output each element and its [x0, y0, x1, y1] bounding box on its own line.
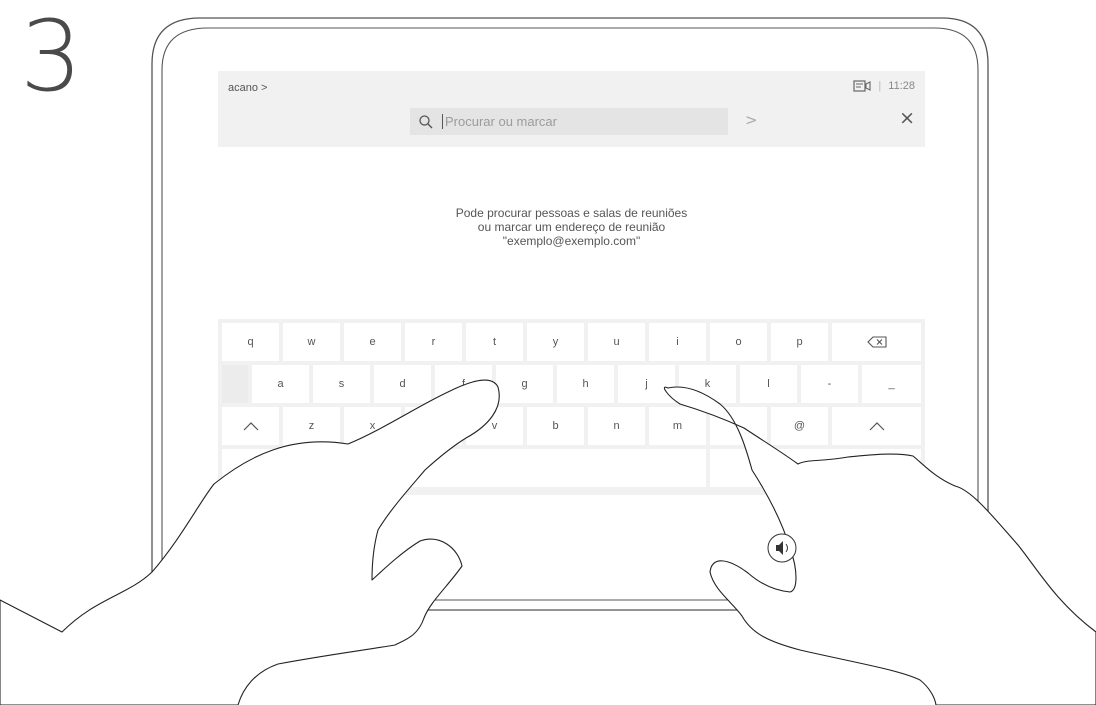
- key-s[interactable]: s: [313, 365, 370, 403]
- top-bar: acano > | 11:28 > ×: [218, 71, 925, 147]
- key-l[interactable]: l: [740, 365, 797, 403]
- shift-key-left[interactable]: [222, 407, 279, 445]
- key-period[interactable]: .: [710, 407, 767, 445]
- hint-line-1: Pode procurar pessoas e salas de reuniõe…: [455, 206, 688, 220]
- key-a[interactable]: a: [252, 365, 309, 403]
- clock: 11:28: [888, 80, 915, 92]
- shift-icon: [869, 422, 884, 431]
- key-n[interactable]: n: [588, 407, 645, 445]
- space-key[interactable]: [344, 449, 706, 487]
- key-k[interactable]: k: [679, 365, 736, 403]
- search-icon: [419, 114, 433, 129]
- key-g[interactable]: g: [496, 365, 553, 403]
- key-at[interactable]: @: [771, 407, 828, 445]
- screen: acano > | 11:28 > × Pode procur: [218, 71, 925, 495]
- key-h[interactable]: h: [557, 365, 614, 403]
- search-box[interactable]: [410, 108, 728, 135]
- status-separator: |: [878, 80, 882, 92]
- key-r[interactable]: r: [405, 323, 462, 361]
- numbers-key[interactable]: [222, 449, 340, 487]
- breadcrumb[interactable]: acano >: [228, 82, 267, 94]
- close-button[interactable]: ×: [899, 107, 915, 129]
- go-button[interactable]: >: [745, 111, 758, 129]
- key-spacer-left: [222, 365, 248, 403]
- key-m[interactable]: m: [649, 407, 706, 445]
- on-screen-keyboard: q w e r t y u i o p a s d f g h j k l - …: [218, 319, 925, 495]
- key-o[interactable]: o: [710, 323, 767, 361]
- key-e[interactable]: e: [344, 323, 401, 361]
- key-w[interactable]: w: [283, 323, 340, 361]
- status-cluster: | 11:28: [853, 80, 915, 92]
- backspace-key[interactable]: [832, 323, 921, 361]
- key-underscore[interactable]: _: [862, 365, 921, 403]
- key-q[interactable]: q: [222, 323, 279, 361]
- key-u[interactable]: u: [588, 323, 645, 361]
- key-j[interactable]: j: [618, 365, 675, 403]
- key-f[interactable]: f: [435, 365, 492, 403]
- key-y[interactable]: y: [527, 323, 584, 361]
- hint-line-3: "exemplo@exemplo.com": [502, 234, 641, 248]
- key-c[interactable]: c: [405, 407, 462, 445]
- key-t[interactable]: t: [466, 323, 523, 361]
- key-d[interactable]: d: [374, 365, 431, 403]
- search-hint: Pode procurar pessoas e salas de reuniõe…: [218, 206, 925, 248]
- key-i[interactable]: i: [649, 323, 706, 361]
- shift-key-right[interactable]: [832, 407, 921, 445]
- enter-key[interactable]: [710, 449, 921, 487]
- key-b[interactable]: b: [527, 407, 584, 445]
- key-hyphen[interactable]: -: [801, 365, 858, 403]
- shift-icon: [243, 422, 258, 431]
- key-x[interactable]: x: [344, 407, 401, 445]
- selfview-icon[interactable]: [853, 80, 871, 92]
- hint-line-2: ou marcar um endereço de reunião: [477, 220, 666, 234]
- key-v[interactable]: v: [466, 407, 523, 445]
- key-z[interactable]: z: [283, 407, 340, 445]
- backspace-icon: [866, 336, 887, 348]
- key-p[interactable]: p: [771, 323, 828, 361]
- search-input[interactable]: [443, 114, 705, 129]
